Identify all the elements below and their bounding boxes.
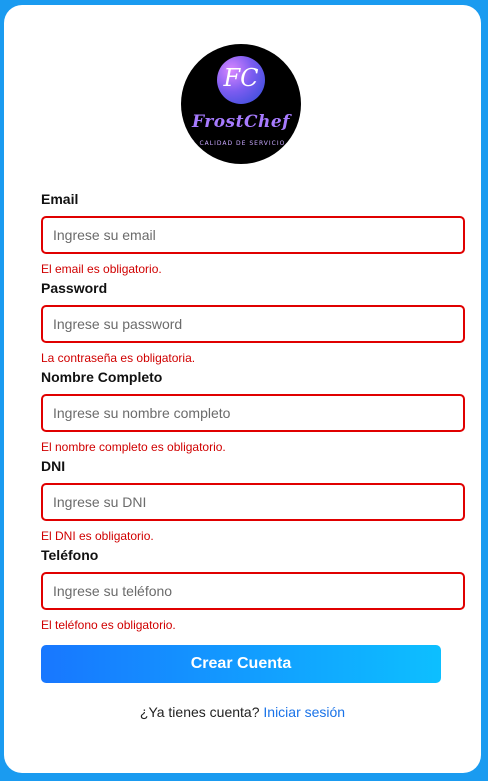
dni-error: El DNI es obligatorio.: [41, 529, 154, 543]
dni-label: DNI: [41, 458, 66, 474]
full-name-label: Nombre Completo: [41, 369, 163, 385]
page-background: FC FrostChef LA CALIDAD DE SERVICIO Emai…: [0, 0, 488, 781]
logo-monogram: FC: [223, 64, 259, 92]
login-prompt-text: ¿Ya tienes cuenta?: [139, 704, 260, 720]
logo-brand-name: FrostChef: [191, 112, 290, 132]
login-prompt-line: ¿Ya tienes cuenta? Iniciar sesión: [4, 704, 481, 720]
login-link[interactable]: Iniciar sesión: [263, 704, 345, 720]
phone-error: El teléfono es obligatorio.: [41, 618, 176, 632]
password-label: Password: [41, 280, 108, 296]
password-field[interactable]: [41, 305, 465, 343]
full-name-field[interactable]: [41, 394, 465, 432]
dni-field[interactable]: [41, 483, 465, 521]
register-card: FC FrostChef LA CALIDAD DE SERVICIO Emai…: [4, 5, 481, 773]
full-name-error: El nombre completo es obligatorio.: [41, 440, 226, 454]
email-label: Email: [41, 191, 79, 207]
logo-tagline: LA CALIDAD DE SERVICIO: [187, 140, 286, 147]
email-error: El email es obligatorio.: [41, 262, 162, 276]
phone-label: Teléfono: [41, 547, 99, 563]
create-account-button[interactable]: Crear Cuenta: [41, 645, 441, 683]
password-error: La contraseña es obligatoria.: [41, 351, 196, 365]
email-field[interactable]: [41, 216, 465, 254]
frostchef-logo: FC FrostChef LA CALIDAD DE SERVICIO: [181, 44, 301, 164]
phone-field[interactable]: [41, 572, 465, 610]
